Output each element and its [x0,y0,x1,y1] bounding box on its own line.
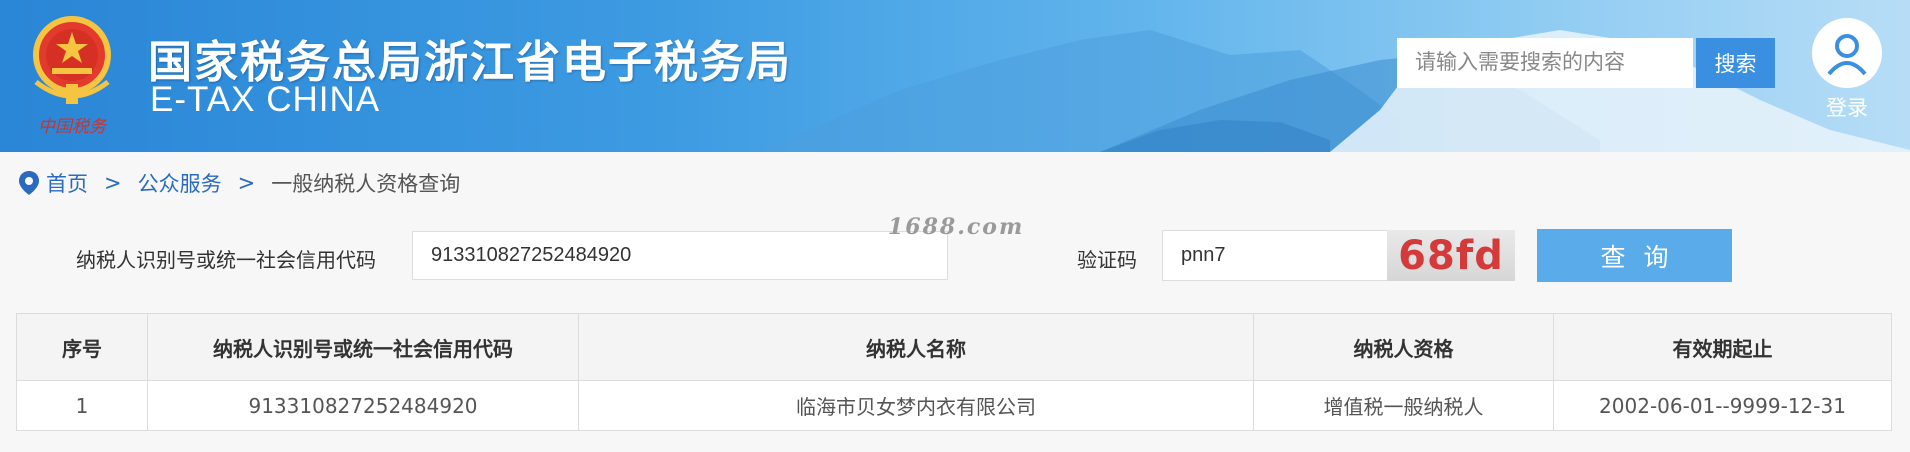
breadcrumb-separator: > [104,171,122,195]
captcha-input[interactable] [1162,230,1388,281]
cell-validity: 2002-06-01--9999-12-31 [1553,380,1892,431]
column-header-taxpayer-id: 纳税人识别号或统一社会信用代码 [147,313,579,381]
cell-taxpayer-id: 913310827252484920 [147,380,579,431]
cell-taxpayer-name: 临海市贝女梦内衣有限公司 [578,380,1254,431]
search-button[interactable]: 搜索 [1696,38,1775,88]
site-title-english: E-TAX CHINA [150,80,381,119]
user-icon [1827,34,1867,76]
captcha-label: 验证码 [1077,248,1137,272]
svg-text:中国税务: 中国税务 [38,117,108,137]
user-avatar[interactable] [1812,18,1882,88]
cell-qualification: 增值税一般纳税人 [1253,380,1554,431]
results-table: 序号 纳税人识别号或统一社会信用代码 纳税人名称 纳税人资格 有效期起止 1 9… [16,313,1892,431]
watermark-text: 1688.com [888,214,1025,240]
column-header-taxpayer-name: 纳税人名称 [578,313,1254,381]
table-row: 1 913310827252484920 临海市贝女梦内衣有限公司 增值税一般纳… [16,380,1892,431]
column-header-validity: 有效期起止 [1553,313,1892,381]
location-pin-icon [18,170,40,196]
breadcrumb-home-link[interactable]: 首页 [46,168,88,198]
taxpayer-id-input[interactable] [412,231,948,280]
taxpayer-id-label: 纳税人识别号或统一社会信用代码 [76,248,376,272]
captcha-image[interactable]: 68fd [1387,230,1515,281]
column-header-index: 序号 [16,313,148,381]
national-emblem-icon: 中国税务 [33,16,111,137]
breadcrumb-public-service-link[interactable]: 公众服务 [138,168,222,198]
login-link[interactable]: 登录 [1812,92,1882,122]
breadcrumb-separator: > [237,171,256,195]
breadcrumb: 首页 > 公众服务 > 一般纳税人资格查询 [18,168,460,198]
site-header: 中国税务 国家税务总局浙江省电子税务局 E-TAX CHINA 搜索 登录 [0,0,1910,152]
column-header-qualification: 纳税人资格 [1253,313,1554,381]
search-input[interactable] [1397,38,1693,88]
breadcrumb-current-page: 一般纳税人资格查询 [271,172,461,196]
query-button[interactable]: 查询 [1537,229,1732,282]
table-header-row: 序号 纳税人识别号或统一社会信用代码 纳税人名称 纳税人资格 有效期起止 [16,313,1892,381]
cell-index: 1 [16,380,148,431]
